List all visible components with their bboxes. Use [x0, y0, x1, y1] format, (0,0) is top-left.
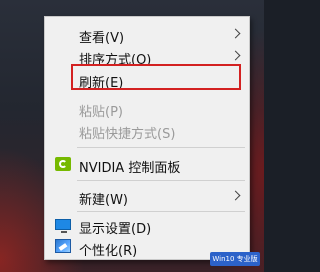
menu-separator — [77, 211, 245, 212]
chevron-right-icon — [230, 50, 241, 61]
menu-item-view[interactable]: 查看(V) — [45, 23, 249, 46]
display-settings-icon — [55, 219, 71, 233]
menu-item-label: 新建(W) — [79, 193, 128, 208]
menu-item-paste-shortcut: 粘贴快捷方式(S) — [45, 119, 249, 142]
watermark-logo: Win10 专业版 — [210, 252, 260, 266]
menu-item-label: 粘贴快捷方式(S) — [79, 127, 176, 142]
menu-separator — [77, 147, 245, 148]
menu-item-paste: 粘贴(P) — [45, 97, 249, 120]
personalize-icon — [55, 239, 71, 253]
nvidia-icon — [55, 157, 71, 171]
menu-item-label: 个性化(R) — [79, 244, 138, 259]
chevron-right-icon — [230, 190, 241, 201]
chevron-right-icon — [230, 28, 241, 39]
menu-item-nvidia-control-panel[interactable]: NVIDIA 控制面板 — [45, 153, 249, 176]
menu-separator — [77, 180, 245, 181]
menu-item-label: 粘贴(P) — [79, 105, 123, 120]
menu-item-label: 显示设置(D) — [79, 222, 152, 237]
refresh-highlight-box — [71, 64, 241, 90]
menu-item-new[interactable]: 新建(W) — [45, 185, 249, 208]
menu-item-label: NVIDIA 控制面板 — [79, 161, 181, 176]
desktop-context-menu: 查看(V) 排序方式(O) 刷新(E) 粘贴(P) 粘贴快捷方式(S) NVID… — [44, 16, 250, 260]
menu-item-label: 查看(V) — [79, 31, 125, 46]
menu-item-display-settings[interactable]: 显示设置(D) — [45, 214, 249, 237]
